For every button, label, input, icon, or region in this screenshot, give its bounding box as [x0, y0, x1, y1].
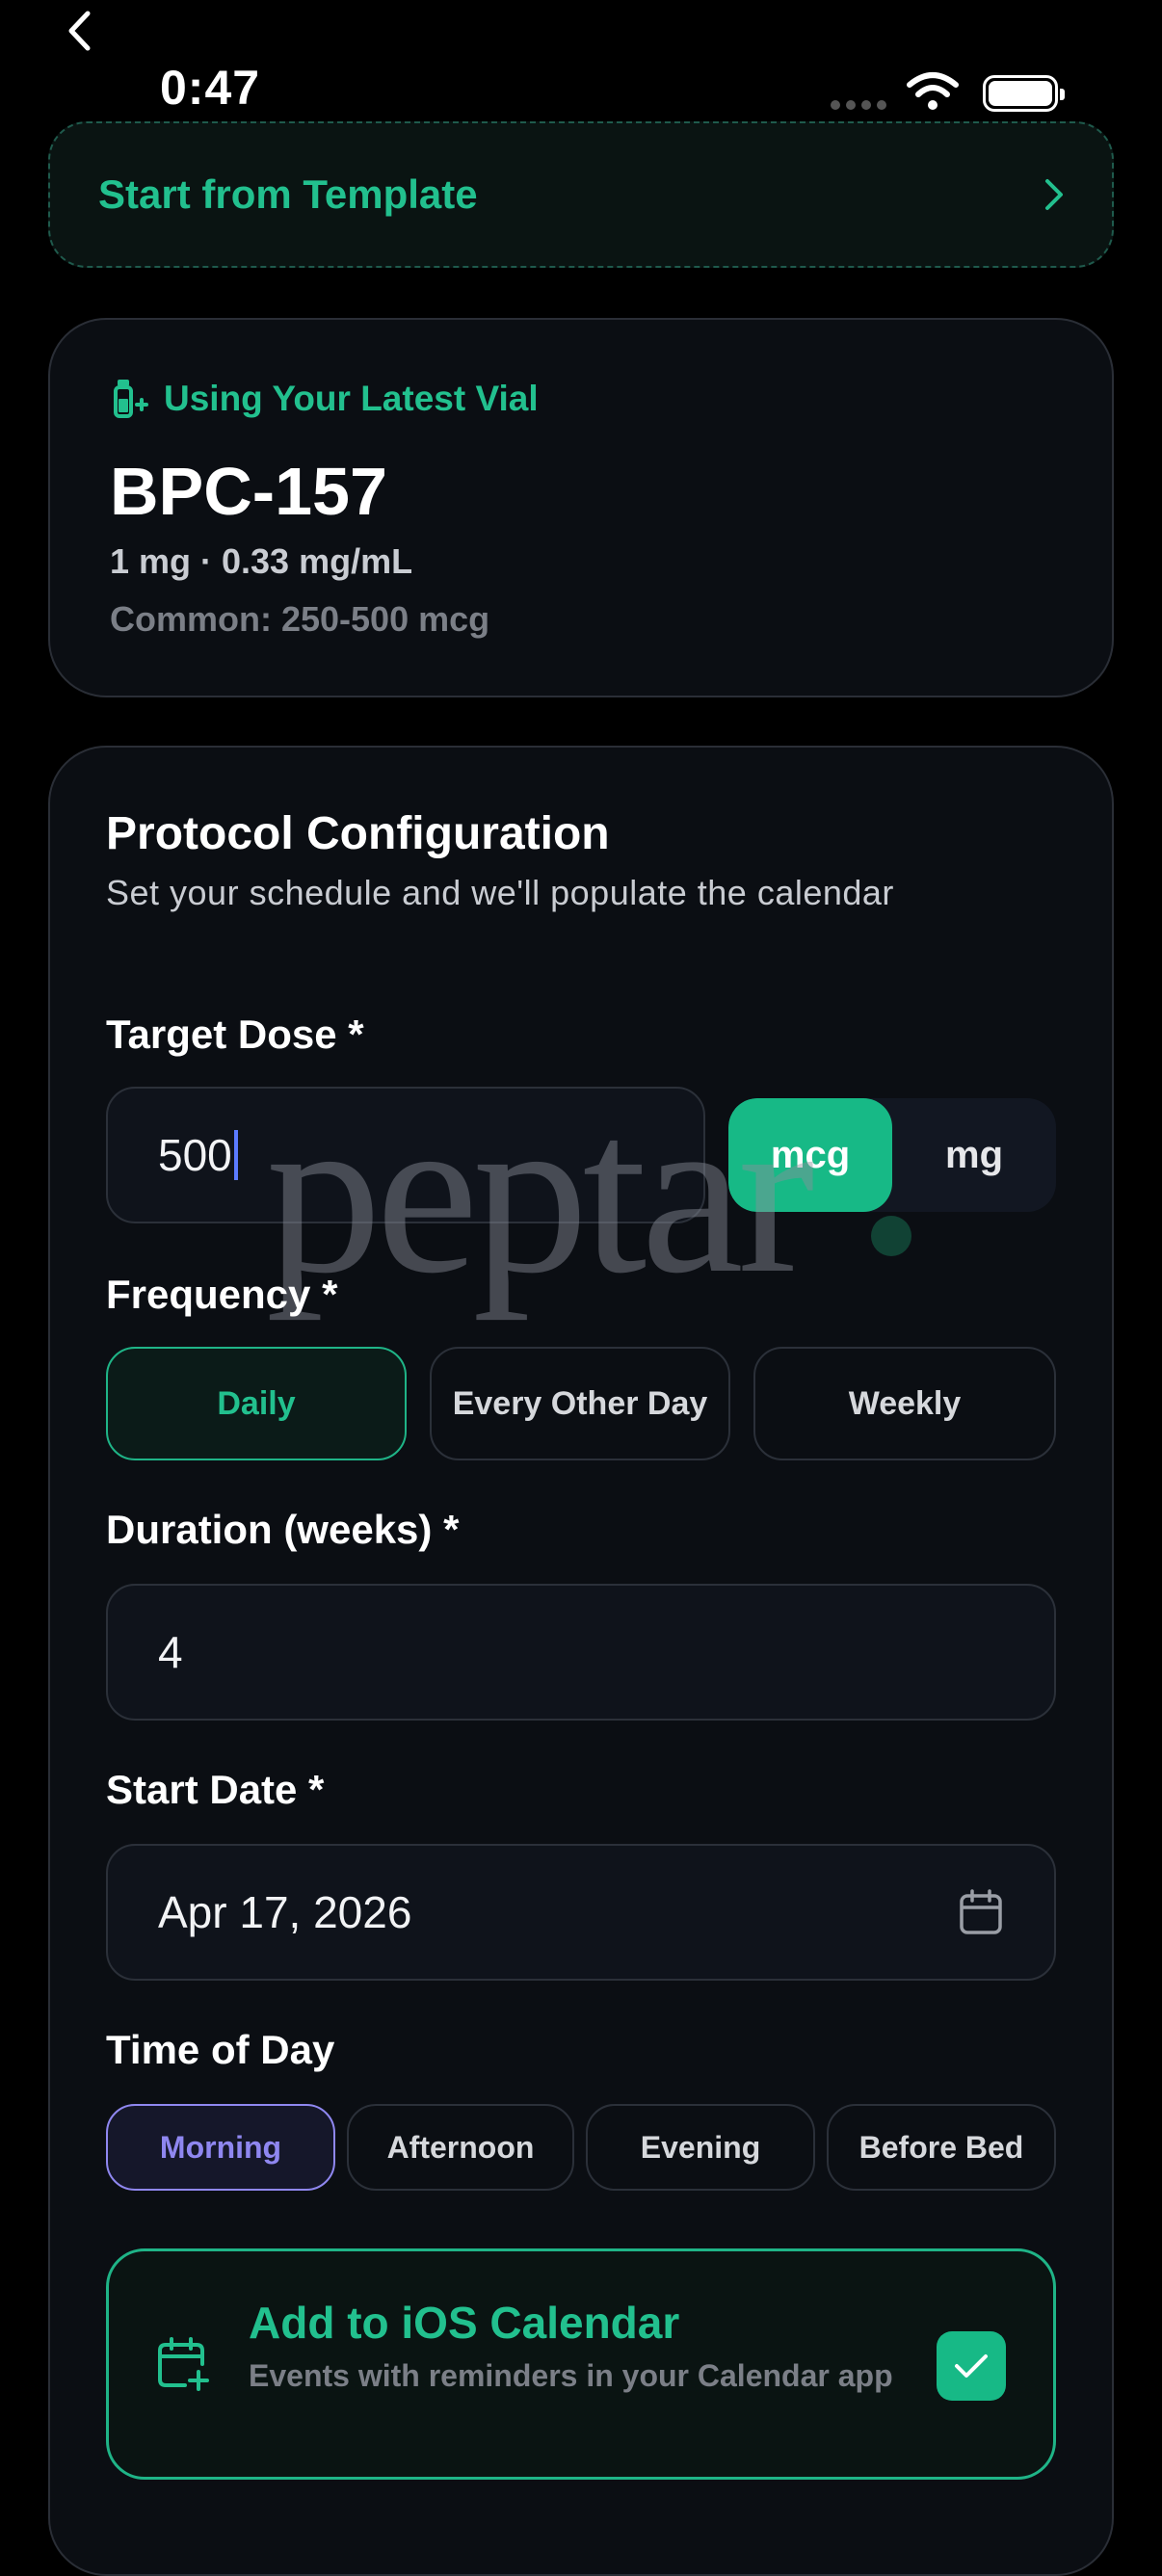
calendar-add-icon	[156, 2335, 210, 2398]
frequency-every-other-day-button[interactable]: Every Other Day	[430, 1347, 730, 1460]
protocol-title: Protocol Configuration	[106, 808, 610, 859]
vial-common-dose: Common: 250-500 mcg	[110, 599, 490, 639]
chevron-left-icon	[68, 11, 91, 51]
vial-header-label: Using Your Latest Vial	[164, 379, 539, 418]
frequency-daily-button[interactable]: Daily	[106, 1347, 407, 1460]
frequency-label: Frequency *	[106, 1272, 338, 1317]
cellular-signal-icon	[831, 100, 886, 110]
calendar-subtitle: Events with reminders in your Calendar a…	[249, 2358, 893, 2393]
dose-unit-toggle[interactable]: mcg mg	[728, 1098, 1056, 1212]
start-date-label: Start Date *	[106, 1767, 325, 1812]
time-evening-button[interactable]: Evening	[586, 2104, 815, 2191]
start-date-value: Apr 17, 2026	[158, 1887, 412, 1937]
latest-vial-card: Using Your Latest Vial BPC-157 1 mg · 0.…	[48, 318, 1114, 697]
vial-icon	[114, 380, 148, 418]
duration-value: 4	[158, 1627, 183, 1677]
unit-option-mcg[interactable]: mcg	[728, 1098, 892, 1212]
text-caret	[233, 1130, 238, 1180]
checkmark-icon	[955, 2354, 988, 2378]
battery-icon	[983, 75, 1065, 112]
duration-input[interactable]: 4	[106, 1584, 1056, 1721]
calendar-checkbox[interactable]	[937, 2331, 1006, 2401]
time-afternoon-button[interactable]: Afternoon	[347, 2104, 574, 2191]
watermark-dot	[871, 1216, 911, 1256]
frequency-weekly-button[interactable]: Weekly	[753, 1347, 1056, 1460]
start-from-template-button[interactable]: Start from Template	[48, 121, 1114, 268]
vial-spec: 1 mg · 0.33 mg/mL	[110, 541, 413, 581]
time-of-day-label: Time of Day	[106, 2027, 335, 2072]
template-label: Start from Template	[98, 171, 478, 217]
calendar-icon[interactable]	[958, 1888, 1004, 1936]
status-time: 0:47	[160, 61, 261, 115]
target-dose-label: Target Dose *	[106, 1012, 364, 1057]
start-date-field[interactable]: Apr 17, 2026	[106, 1844, 1056, 1981]
time-before-bed-button[interactable]: Before Bed	[827, 2104, 1056, 2191]
time-morning-button[interactable]: Morning	[106, 2104, 335, 2191]
vial-name: BPC-157	[110, 454, 387, 529]
back-button[interactable]	[60, 8, 98, 54]
duration-label: Duration (weeks) *	[106, 1507, 460, 1552]
wifi-icon	[906, 71, 960, 117]
protocol-subtitle: Set your schedule and we'll populate the…	[106, 873, 894, 912]
calendar-title: Add to iOS Calendar	[249, 2298, 680, 2348]
target-dose-value: 500	[158, 1130, 232, 1180]
target-dose-input[interactable]: 500	[106, 1087, 705, 1223]
chevron-right-icon	[1045, 179, 1063, 210]
vial-header: Using Your Latest Vial	[110, 378, 539, 420]
unit-option-mg[interactable]: mg	[892, 1098, 1056, 1212]
